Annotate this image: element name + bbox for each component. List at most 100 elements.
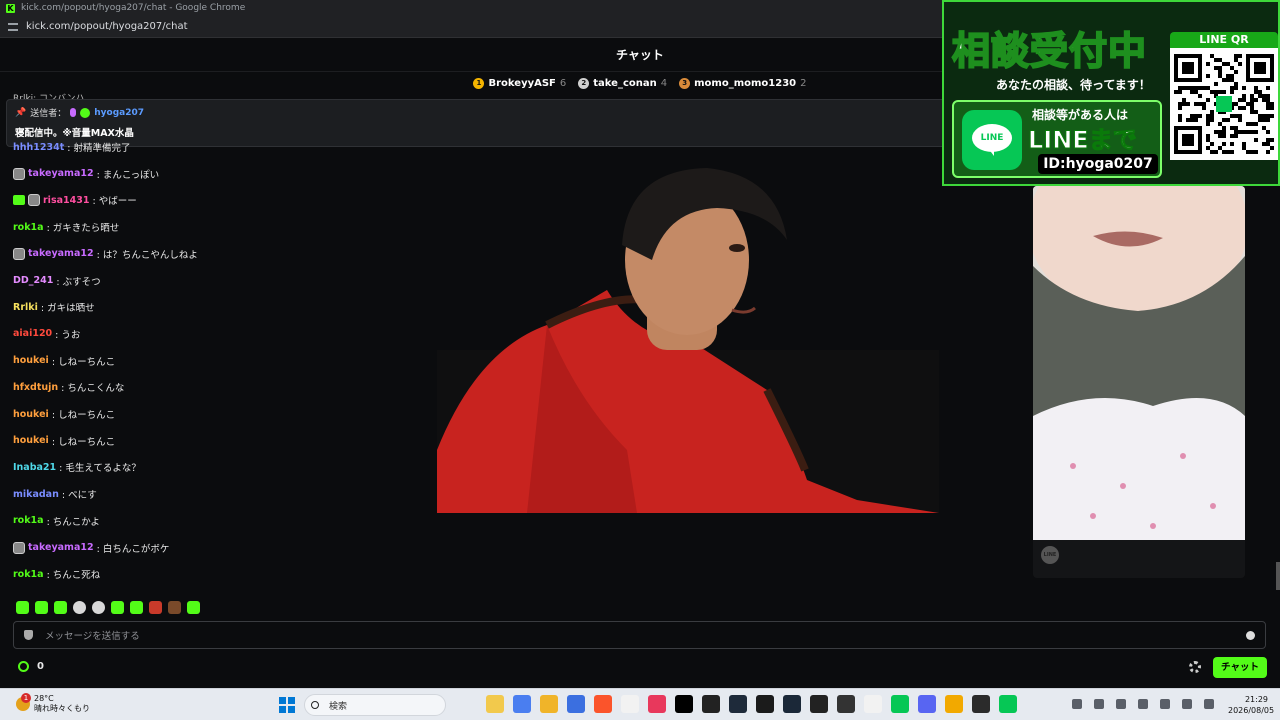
chat-message[interactable]: risa1431: やばーー [13, 193, 137, 207]
channel-points[interactable]: 0 [18, 661, 44, 672]
chat-username[interactable]: hhh1234t [13, 142, 64, 153]
emote-icon[interactable] [16, 601, 29, 614]
chat-message[interactable]: Rrlki: ガキは晒せ [13, 300, 95, 315]
url-text[interactable]: kick.com/popout/hyoga207/chat [26, 21, 188, 32]
leaderboard-count: 4 [660, 77, 668, 89]
taskbar-app-icon[interactable] [972, 695, 990, 713]
taskbar-app-icon[interactable] [837, 695, 855, 713]
emote-icon[interactable] [92, 601, 105, 614]
emote-icon[interactable] [54, 601, 67, 614]
taskbar-app-icon[interactable] [918, 695, 936, 713]
chat-username[interactable]: Rrlki [13, 302, 38, 313]
chat-message[interactable]: takeyama12: は？ちんこやんしねよ [13, 247, 198, 261]
taskbar-clock[interactable]: 21:29 2026/08/05 [1228, 694, 1274, 716]
chevron-up-icon[interactable] [1072, 699, 1082, 709]
emote-icon[interactable] [73, 601, 86, 614]
line-qr-banner: 相談受付中 あなたの相談、待ってます！ LINE 相談等がある人は LINEまで… [942, 0, 1280, 186]
chat-message[interactable]: Inaba21: 毛生えてるよな？ [13, 460, 141, 475]
taskbar-app-icon[interactable] [756, 695, 774, 713]
leaderboard-user[interactable]: momo_momo1230 [694, 78, 796, 89]
taskbar-app-icon[interactable] [729, 695, 747, 713]
taskbar-search[interactable]: 検索 [304, 694, 446, 716]
taskbar-app-icon[interactable] [891, 695, 909, 713]
onedrive-icon[interactable] [1094, 699, 1104, 709]
points-icon[interactable] [18, 661, 29, 672]
emote-icon[interactable] [187, 601, 200, 614]
chat-message[interactable]: houkei: しねーちんこ [13, 354, 115, 368]
chat-message[interactable]: rok1a: ちんこかよ [13, 514, 100, 528]
taskbar-app-icon[interactable] [783, 695, 801, 713]
chat-message[interactable]: rok1a: ガキきたら晒せ [13, 220, 119, 235]
chat-message[interactable]: houkei: しねーちんこ [13, 407, 115, 422]
chat-username[interactable]: houkei [13, 435, 49, 446]
taskbar-app-icon[interactable] [486, 695, 504, 713]
shield-icon[interactable] [24, 630, 33, 640]
chat-username[interactable]: Inaba21 [13, 462, 56, 473]
chat-username[interactable]: aiai120 [13, 328, 52, 339]
microphone-icon[interactable] [1116, 699, 1126, 709]
leaderboard-user[interactable]: take_conan [593, 78, 656, 89]
banner-subtitle: あなたの相談、待ってます！ [996, 78, 1151, 92]
chat-username[interactable]: takeyama12 [28, 542, 94, 553]
chat-message[interactable]: takeyama12: まんこっぽい [13, 167, 159, 181]
chat-message[interactable]: rok1a: ちんこ死ね [13, 567, 100, 582]
chat-message[interactable]: mikadan: べにす [13, 487, 97, 502]
cloud-icon[interactable] [1160, 699, 1170, 709]
leaderboard-user[interactable]: BrokeyyASF [488, 78, 555, 89]
chat-username[interactable]: houkei [13, 409, 49, 420]
taskbar-app-icon[interactable] [864, 695, 882, 713]
language-icon[interactable] [1138, 699, 1148, 709]
send-chat-button[interactable]: チャット [1213, 657, 1267, 678]
emoji-picker-icon[interactable] [1246, 631, 1255, 640]
emote-icon[interactable] [149, 601, 162, 614]
site-info-icon[interactable] [8, 22, 18, 31]
weather-widget[interactable]: 1 28°C 晴れ時々くもり [16, 693, 90, 714]
points-value: 0 [37, 661, 44, 672]
emote-bar[interactable] [16, 601, 200, 614]
taskbar-apps[interactable] [486, 695, 1017, 713]
chat-input-placeholder[interactable]: メッセージを送信する [45, 628, 140, 642]
scrollbar-thumb[interactable] [1276, 562, 1280, 590]
emote-icon[interactable] [130, 601, 143, 614]
system-tray[interactable] [1072, 699, 1214, 709]
taskbar-app-icon[interactable] [999, 695, 1017, 713]
taskbar-app-icon[interactable] [702, 695, 720, 713]
chat-username[interactable]: takeyama12 [28, 248, 94, 259]
chat-username[interactable]: houkei [13, 355, 49, 366]
taskbar-app-icon[interactable] [594, 695, 612, 713]
taskbar-app-icon[interactable] [945, 695, 963, 713]
chat-username[interactable]: takeyama12 [28, 168, 94, 179]
taskbar-app-icon[interactable] [621, 695, 639, 713]
taskbar-app-icon[interactable] [648, 695, 666, 713]
emote-icon[interactable] [35, 601, 48, 614]
volume-icon[interactable] [1204, 699, 1214, 709]
pinned-username[interactable]: hyoga207 [94, 108, 144, 118]
chat-username[interactable]: hfxdtujn [13, 382, 58, 393]
emote-icon[interactable] [111, 601, 124, 614]
chat-username[interactable]: risa1431 [43, 195, 89, 206]
taskbar-app-icon[interactable] [675, 695, 693, 713]
taskbar-app-icon[interactable] [513, 695, 531, 713]
chat-input-box[interactable]: メッセージを送信する [13, 621, 1266, 649]
chat-message[interactable]: houkei: しねーちんこ [13, 434, 115, 448]
monitor-icon[interactable] [1182, 699, 1192, 709]
settings-gear-icon[interactable] [1189, 661, 1201, 673]
taskbar-app-icon[interactable] [810, 695, 828, 713]
chat-message[interactable]: DD_241: ぶすそつ [13, 274, 101, 288]
chat-username[interactable]: rok1a [13, 515, 44, 526]
emote-icon[interactable] [168, 601, 181, 614]
windows-start-icon[interactable] [279, 697, 295, 713]
taskbar-app-icon[interactable] [540, 695, 558, 713]
leaderboard-item[interactable]: 2 take_conan 4 [578, 77, 668, 89]
chat-message[interactable]: takeyama12: 白ちんこがボケ [13, 541, 169, 555]
taskbar-app-icon[interactable] [567, 695, 585, 713]
chat-message[interactable]: hfxdtujn: ちんこくんな [13, 380, 124, 395]
chat-username[interactable]: mikadan [13, 489, 59, 500]
chat-username[interactable]: rok1a [13, 569, 44, 580]
chat-username[interactable]: DD_241 [13, 275, 53, 286]
chat-message[interactable]: aiai120: うお [13, 327, 80, 341]
chat-username[interactable]: rok1a [13, 222, 44, 233]
leaderboard-item[interactable]: 1 BrokeyyASF 6 [473, 77, 566, 89]
leaderboard-item[interactable]: 3 momo_momo1230 2 [679, 77, 807, 89]
chat-message[interactable]: hhh1234t: 射精準備完了 [13, 140, 131, 155]
